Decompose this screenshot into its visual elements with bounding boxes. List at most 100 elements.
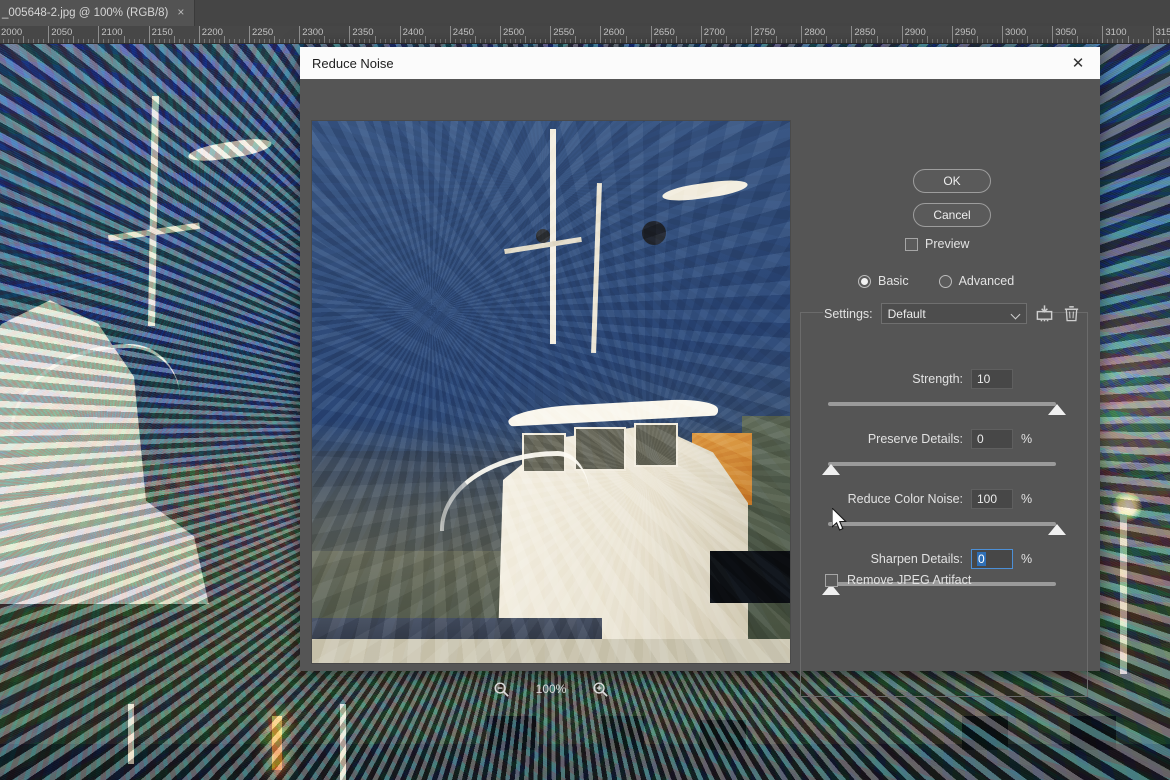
- ruler-minor-tick: [434, 39, 436, 43]
- ruler-minor-tick: [1067, 39, 1069, 43]
- ruler-minor-tick: [489, 39, 491, 43]
- radio-advanced[interactable]: Advanced: [938, 274, 1014, 288]
- remove-jpeg-artifact-row[interactable]: Remove JPEG Artifact: [825, 573, 971, 587]
- ruler-minor-tick: [761, 39, 763, 43]
- ruler-minor-tick: [1107, 39, 1109, 43]
- slider-reduce-color-noise-track[interactable]: [828, 522, 1056, 526]
- ruler-label: 3000: [1005, 27, 1027, 38]
- ruler-minor-tick: [404, 39, 406, 43]
- ruler-minor-tick: [846, 39, 848, 43]
- ruler-minor-tick: [981, 39, 983, 43]
- ruler-minor-tick: [856, 39, 858, 43]
- slider-preserve-details-unit: %: [1021, 432, 1033, 446]
- slider-strength-track[interactable]: [828, 402, 1056, 406]
- save-preset-icon[interactable]: [1035, 304, 1054, 323]
- ruler-minor-tick: [926, 36, 928, 43]
- ruler-minor-tick: [163, 39, 165, 43]
- ruler-minor-tick: [781, 39, 783, 43]
- ruler-minor-tick: [354, 39, 356, 43]
- radio-advanced-indicator[interactable]: [938, 274, 952, 288]
- ruler-minor-tick: [786, 39, 788, 43]
- ruler-minor-tick: [520, 39, 522, 43]
- ruler-minor-tick: [585, 39, 587, 43]
- ruler-minor-tick: [1142, 39, 1144, 43]
- ruler-minor-tick: [304, 39, 306, 43]
- ruler-minor-tick: [419, 39, 421, 43]
- ruler-minor-tick: [570, 39, 572, 43]
- ruler-minor-tick: [203, 39, 205, 43]
- slider-strength-value: 10: [977, 372, 991, 386]
- preview-checkbox-row[interactable]: Preview: [905, 237, 969, 251]
- ruler-minor-tick: [1087, 39, 1089, 43]
- slider-reduce-color-noise-input[interactable]: 100: [971, 489, 1013, 509]
- ruler-minor-tick: [33, 39, 35, 43]
- ruler-minor-tick: [841, 39, 843, 43]
- slider-reduce-color-noise-thumb[interactable]: [1048, 524, 1066, 535]
- ruler-minor-tick: [1092, 39, 1094, 43]
- zoom-out-icon[interactable]: [493, 681, 510, 698]
- document-tab[interactable]: _005648-2.jpg @ 100% (RGB/8) ×: [0, 0, 196, 26]
- ruler-label: 2900: [904, 27, 926, 38]
- ruler-minor-tick: [580, 39, 582, 43]
- ruler-minor-tick: [826, 36, 828, 43]
- slider-preserve-details-track[interactable]: [828, 462, 1056, 466]
- ruler-minor-tick: [740, 39, 742, 43]
- slider-sharpen-details-value: 0: [977, 552, 986, 566]
- ruler-minor-tick: [409, 39, 411, 43]
- ruler-label: 2600: [603, 27, 625, 38]
- ok-button[interactable]: OK: [913, 169, 991, 193]
- ruler-minor-tick: [1032, 39, 1034, 43]
- ruler-minor-tick: [680, 39, 682, 43]
- ruler-minor-tick: [183, 39, 185, 43]
- slider-preserve-details-thumb[interactable]: [822, 464, 840, 475]
- ruler-minor-tick: [936, 39, 938, 43]
- close-icon[interactable]: ×: [177, 6, 184, 18]
- ruler-minor-tick: [725, 36, 727, 43]
- ruler-minor-tick: [243, 39, 245, 43]
- cancel-button[interactable]: Cancel: [913, 203, 991, 227]
- preview-checkbox[interactable]: [905, 237, 918, 251]
- ruler-label: 2300: [302, 27, 324, 38]
- ruler-minor-tick: [640, 39, 642, 43]
- ruler-minor-tick: [771, 39, 773, 43]
- ruler-minor-tick: [675, 36, 677, 43]
- ruler-label: 2750: [754, 27, 776, 38]
- ruler-minor-tick: [811, 39, 813, 43]
- settings-row: Settings: Default: [824, 303, 1081, 324]
- preview-image[interactable]: [311, 120, 791, 664]
- ruler-minor-tick: [58, 39, 60, 43]
- ruler-minor-tick: [620, 39, 622, 43]
- radio-basic[interactable]: Basic: [858, 274, 909, 288]
- ruler-minor-tick: [685, 39, 687, 43]
- slider-preserve-details-input[interactable]: 0: [971, 429, 1013, 449]
- zoom-in-icon[interactable]: [592, 681, 609, 698]
- ruler-minor-tick: [831, 39, 833, 43]
- ruler-minor-tick: [610, 39, 612, 43]
- radio-basic-indicator[interactable]: [858, 274, 871, 288]
- trash-icon[interactable]: [1062, 304, 1081, 323]
- ruler-minor-tick: [254, 39, 256, 43]
- ruler-minor-tick: [319, 39, 321, 43]
- ruler-minor-tick: [414, 39, 416, 43]
- slider-sharpen-details-input[interactable]: 0: [971, 549, 1013, 569]
- ruler-minor-tick: [359, 39, 361, 43]
- ruler-minor-tick: [1057, 39, 1059, 43]
- ruler-minor-tick: [324, 36, 326, 43]
- ruler-minor-tick: [3, 39, 5, 43]
- slider-strength-thumb[interactable]: [1048, 404, 1066, 415]
- ruler-minor-tick: [389, 39, 391, 43]
- ruler-minor-tick: [233, 39, 235, 43]
- settings-dropdown[interactable]: Default: [880, 303, 1027, 324]
- ruler-minor-tick: [921, 39, 923, 43]
- ruler-minor-tick: [494, 39, 496, 43]
- ruler-minor-tick: [595, 39, 597, 43]
- ruler-minor-tick: [555, 39, 557, 43]
- ruler-minor-tick: [103, 39, 105, 43]
- ruler-minor-tick: [88, 39, 90, 43]
- photoshop-window: _005648-2.jpg @ 100% (RGB/8) × 2000 2050 2…: [0, 0, 1170, 780]
- dialog-title-bar: Reduce Noise ✕: [300, 47, 1100, 79]
- ruler-minor-tick: [178, 39, 180, 43]
- dialog-close-icon[interactable]: ✕: [1064, 50, 1092, 76]
- slider-strength-input[interactable]: 10: [971, 369, 1013, 389]
- remove-jpeg-artifact-checkbox[interactable]: [825, 573, 838, 587]
